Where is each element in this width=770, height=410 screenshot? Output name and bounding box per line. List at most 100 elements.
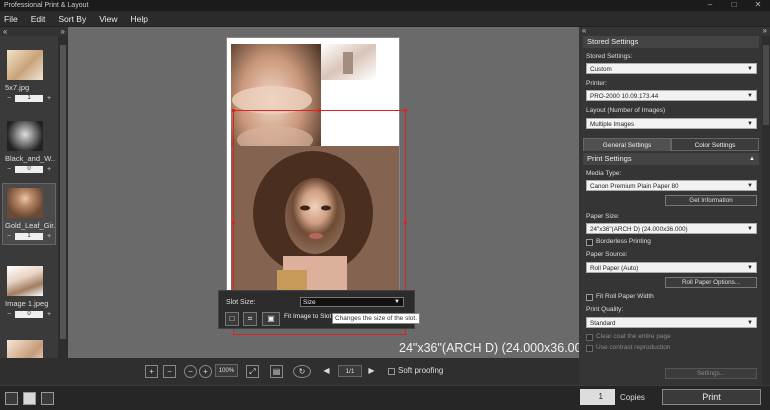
stored-settings-header[interactable]: Stored Settings [583,36,759,48]
menu-file[interactable]: File [4,14,18,24]
roll-paper-options-button[interactable]: Roll Paper Options... [665,277,757,288]
tab-color-settings[interactable]: Color Settings [671,138,759,151]
scrollbar-thumb[interactable] [60,45,66,339]
scrollbar-thumb[interactable] [763,45,769,125]
media-type-label: Media Type: [586,170,622,177]
copies-count[interactable]: 0 [15,165,43,173]
menu-help[interactable]: Help [131,14,148,24]
view-single-icon[interactable] [5,392,18,405]
resize-handle[interactable] [318,109,321,112]
view-grid-icon[interactable] [41,392,54,405]
rotate-icon[interactable]: ↻ [293,365,311,378]
print-settings-header[interactable]: Print Settings ▲ [583,153,759,165]
menu-edit[interactable]: Edit [31,14,46,24]
resize-handle[interactable] [232,109,235,112]
settings-scrollbar[interactable] [762,36,770,385]
paper-source-label: Paper Source: [586,251,628,258]
close-button[interactable]: ✕ [746,0,770,11]
copies-stepper[interactable]: 1 [580,389,615,405]
thumbnail-item[interactable] [3,336,55,358]
increment-button[interactable]: + [45,233,53,240]
tab-general-settings[interactable]: General Settings [583,138,671,151]
copies-count[interactable]: 1 [15,232,43,240]
thumbnail-scrollbar[interactable] [58,36,68,358]
increment-button[interactable]: + [45,166,53,173]
soft-proofing-label: Soft proofing [398,366,444,375]
crop-icon[interactable]: ⌗ [243,312,257,326]
chevron-down-icon: ▼ [394,299,400,305]
fit-roll-width-checkbox[interactable] [586,294,593,301]
page-number[interactable]: 1/1 [338,365,362,377]
zoom-out-icon[interactable]: − [184,365,197,378]
fit-roll-width-label: Fit Roll Paper Width [596,293,654,300]
collapse-right-icon[interactable]: » [763,27,767,36]
print-quality-select[interactable]: Standard ▼ [586,317,757,328]
expand-left-icon[interactable]: « [582,27,586,36]
resize-handle[interactable] [404,221,407,224]
copies-count[interactable]: 1 [15,94,43,102]
paper-size-select[interactable]: 24"x36"(ARCH D) (24.000x36.000) ▼ [586,223,757,234]
thumbnail-item[interactable]: Black_and_W... − 0 + [3,117,55,177]
soft-proofing-checkbox[interactable] [388,368,395,375]
zoom-in-icon[interactable]: + [199,365,212,378]
printer-select[interactable]: PRO-2000 10.09.173.44 ▼ [586,90,757,101]
copies-count[interactable]: 0 [15,310,43,318]
view-split-icon[interactable] [23,392,36,405]
previous-page-icon[interactable]: ◀ [320,365,333,378]
get-information-button[interactable]: Get Information [665,195,757,206]
thumbnail-list: 5x7.jpg − 1 + Black_and_W... − 0 + Gold_… [0,36,58,358]
decrement-button[interactable]: − [5,166,13,173]
add-page-icon[interactable]: + [145,365,158,378]
thumbnail-item[interactable]: 5x7.jpg − 1 + [3,46,55,106]
expand-right-icon[interactable]: » [61,27,65,36]
printer-label: Printer: [586,80,607,87]
thumbnail-item-selected[interactable]: Gold_Leaf_Gir... − 1 + [2,183,56,245]
decrement-button[interactable]: − [5,311,13,318]
chevron-up-icon: ▲ [749,156,755,162]
borderless-checkbox[interactable] [586,239,593,246]
chevron-down-icon: ▼ [747,320,753,326]
thumbnail-item[interactable]: Image 1.jpeg − 0 + [3,262,55,322]
section-title: Print Settings [587,154,632,163]
contrast-checkbox[interactable] [586,345,593,352]
slot-size-select[interactable]: Size ▼ [300,297,404,307]
image-options-icon[interactable]: ▣ [262,312,280,326]
select-value: Custom [590,66,612,73]
increment-button[interactable]: + [45,311,53,318]
increment-button[interactable]: + [45,95,53,102]
thumbnail-image [7,266,43,296]
paper-source-select[interactable]: Roll Paper (Auto) ▼ [586,262,757,273]
thumbnail-image [7,340,43,358]
print-button[interactable]: Print [662,389,761,405]
thumbnail-image [7,121,43,151]
next-page-icon[interactable]: ▶ [365,365,378,378]
layout-select[interactable]: Multiple Images ▼ [586,118,757,129]
menu-view[interactable]: View [99,14,117,24]
fit-image-to-slot-button[interactable]: Fit Image to Slot [284,313,331,320]
clear-coat-checkbox[interactable] [586,334,593,341]
maximize-button[interactable]: □ [722,0,746,11]
media-type-select[interactable]: Canon Premium Plain Paper 80 ▼ [586,180,757,191]
remove-page-icon[interactable]: − [163,365,176,378]
zoom-level[interactable]: 100% [215,364,238,377]
layout-icon[interactable]: ▤ [270,365,283,378]
window-title: Professional Print & Layout [4,2,89,9]
resize-handle[interactable] [232,221,235,224]
stored-settings-select[interactable]: Custom ▼ [586,63,757,74]
menu-sort-by[interactable]: Sort By [58,14,86,24]
settings-panel: « » Stored Settings Stored Settings: Cus… [579,27,770,385]
chevron-down-icon: ▼ [747,93,753,99]
resize-handle[interactable] [404,109,407,112]
decrement-button[interactable]: − [5,233,13,240]
copies-label: Copies [620,393,645,402]
slot-frame-icon[interactable]: □ [225,312,239,326]
fit-page-icon[interactable]: ⤢ [246,365,259,378]
settings-button[interactable]: Settings... [665,368,757,379]
thumbnail-label: Black_and_W... [5,154,55,163]
thumbnail-label: 5x7.jpg [5,83,30,92]
collapse-left-icon[interactable]: « [3,27,7,36]
decrement-button[interactable]: − [5,95,13,102]
canvas-toolbar [0,358,579,385]
minimize-button[interactable]: – [698,0,722,11]
stored-settings-label: Stored Settings: [586,53,633,60]
